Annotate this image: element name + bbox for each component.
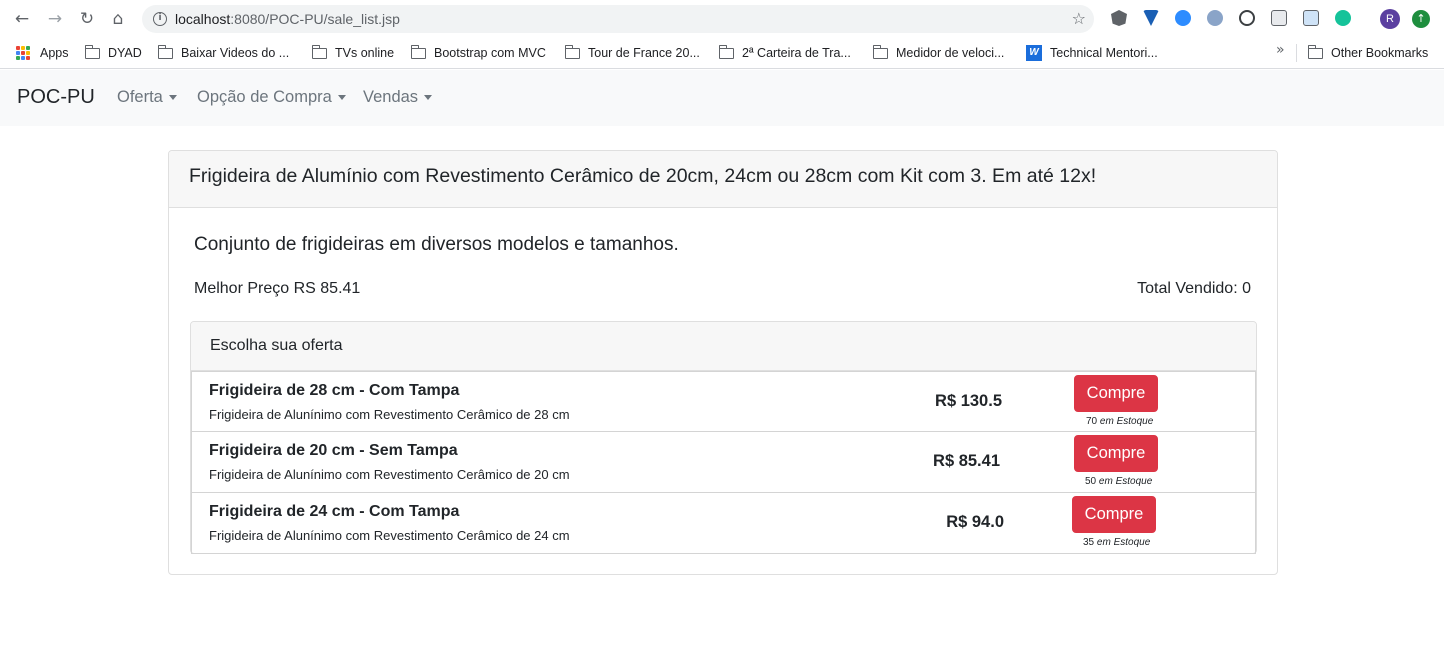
browser-toolbar: ← → ↻ ⌂ i localhost:8080/POC-PU/sale_lis… bbox=[0, 0, 1444, 38]
reload-icon[interactable]: ↻ bbox=[76, 8, 98, 30]
bookmark-folder[interactable]: Bootstrap com MVC bbox=[410, 43, 546, 63]
bookmarks-divider bbox=[1296, 44, 1297, 62]
folder-icon bbox=[1307, 44, 1323, 59]
other-bookmarks[interactable]: Other Bookmarks bbox=[1307, 43, 1428, 63]
folder-icon bbox=[311, 44, 327, 59]
offer-card: Escolha sua oferta Frigideira de 28 cm -… bbox=[190, 321, 1257, 554]
nav-dropdown-oferta[interactable]: Oferta bbox=[117, 88, 177, 107]
home-icon[interactable]: ⌂ bbox=[107, 8, 129, 30]
offer-price: R$ 94.0 bbox=[946, 513, 1004, 531]
caret-down-icon bbox=[424, 95, 433, 100]
site-icon: W bbox=[1026, 45, 1042, 61]
extension-sync-icon[interactable] bbox=[1239, 10, 1255, 26]
zoom-extension-icon[interactable] bbox=[1175, 10, 1191, 26]
extension-grid-icon[interactable] bbox=[1303, 10, 1319, 26]
bookmark-technical-mentoring[interactable]: W Technical Mentori... bbox=[1026, 43, 1158, 63]
offer-card-header: Escolha sua oferta bbox=[191, 322, 1256, 371]
offer-name: Frigideira de 24 cm - Com Tampa bbox=[209, 503, 460, 520]
folder-icon bbox=[157, 44, 173, 59]
url-text[interactable]: localhost:8080/POC-PU/sale_list.jsp bbox=[175, 11, 400, 27]
offer-name: Frigideira de 28 cm - Com Tampa bbox=[209, 382, 460, 399]
buy-button[interactable]: Compre bbox=[1072, 496, 1156, 533]
buy-button[interactable]: Compre bbox=[1074, 435, 1158, 472]
offer-row: Frigideira de 20 cm - Sem Tampa Frigidei… bbox=[191, 432, 1256, 493]
profile-avatar[interactable]: R bbox=[1380, 9, 1400, 29]
bookmarks-bar: Apps DYAD Baixar Videos do ... TVs onlin… bbox=[0, 38, 1444, 69]
offer-row: Frigideira de 28 cm - Com Tampa Frigidei… bbox=[191, 371, 1256, 432]
navbar-brand[interactable]: POC-PU bbox=[17, 86, 95, 109]
bookmark-apps[interactable]: Apps bbox=[16, 43, 69, 63]
extension-v-icon[interactable] bbox=[1143, 10, 1159, 26]
folder-icon bbox=[718, 44, 734, 59]
offer-header-title: Escolha sua oferta bbox=[210, 337, 343, 354]
back-icon[interactable]: ← bbox=[11, 8, 33, 30]
sale-card-header: Frigideira de Alumínio com Revestimento … bbox=[169, 151, 1277, 208]
offer-name: Frigideira de 20 cm - Sem Tampa bbox=[209, 442, 458, 459]
more-bookmarks-chevron-icon[interactable]: » bbox=[1276, 42, 1285, 58]
stock-info: 35 em Estoque bbox=[1083, 537, 1151, 548]
offer-row: Frigideira de 24 cm - Com Tampa Frigidei… bbox=[191, 493, 1256, 554]
forward-icon[interactable]: → bbox=[44, 8, 66, 30]
nav-dropdown-opcao-de-compra[interactable]: Opção de Compra bbox=[197, 88, 346, 107]
folder-icon bbox=[84, 44, 100, 59]
offer-price: R$ 85.41 bbox=[933, 452, 1000, 470]
grammarly-icon[interactable] bbox=[1335, 10, 1351, 26]
address-bar[interactable]: i localhost:8080/POC-PU/sale_list.jsp ☆ bbox=[142, 5, 1094, 33]
offer-list: Frigideira de 28 cm - Com Tampa Frigidei… bbox=[191, 371, 1256, 554]
stock-info: 50 em Estoque bbox=[1085, 476, 1153, 487]
offer-price: R$ 130.5 bbox=[935, 392, 1002, 410]
bookmark-star-icon[interactable]: ☆ bbox=[1072, 9, 1086, 28]
offer-description: Frigideira de Alunínimo com Revestimento… bbox=[209, 467, 570, 482]
offer-description: Frigideira de Alunínimo com Revestimento… bbox=[209, 528, 570, 543]
bookmark-folder[interactable]: 2ª Carteira de Tra... bbox=[718, 43, 851, 63]
buy-button[interactable]: Compre bbox=[1074, 375, 1158, 412]
sale-subtitle: Conjunto de frigideiras em diversos mode… bbox=[194, 234, 679, 255]
info-icon[interactable]: i bbox=[153, 12, 167, 26]
bookmark-folder[interactable]: Baixar Videos do ... bbox=[157, 43, 289, 63]
sale-title: Frigideira de Alumínio com Revestimento … bbox=[189, 165, 1097, 187]
bookmark-folder[interactable]: DYAD bbox=[84, 43, 142, 63]
bookmark-folder[interactable]: Tour de France 20... bbox=[564, 43, 700, 63]
extension-screen-icon[interactable] bbox=[1271, 10, 1287, 26]
folder-icon bbox=[410, 44, 426, 59]
caret-down-icon bbox=[168, 95, 177, 100]
caret-down-icon bbox=[337, 95, 346, 100]
apps-grid-icon bbox=[16, 46, 30, 60]
offer-description: Frigideira de Alunínimo com Revestimento… bbox=[209, 407, 570, 422]
update-icon[interactable]: ↑ bbox=[1412, 10, 1430, 28]
sale-card: Frigideira de Alumínio com Revestimento … bbox=[168, 150, 1278, 575]
stock-info: 70 em Estoque bbox=[1086, 416, 1154, 427]
bookmark-folder[interactable]: TVs online bbox=[311, 43, 394, 63]
extension-satellite-icon[interactable] bbox=[1207, 10, 1223, 26]
folder-icon bbox=[564, 44, 580, 59]
nav-dropdown-vendas[interactable]: Vendas bbox=[363, 88, 433, 107]
app-navbar: POC-PU Oferta Opção de Compra Vendas bbox=[0, 70, 1444, 126]
bookmark-folder[interactable]: Medidor de veloci... bbox=[872, 43, 1004, 63]
angular-extension-icon[interactable] bbox=[1111, 10, 1127, 26]
best-price: Melhor Preço RS 85.41 bbox=[194, 280, 361, 297]
total-sold: Total Vendido: 0 bbox=[1137, 280, 1251, 297]
folder-icon bbox=[872, 44, 888, 59]
